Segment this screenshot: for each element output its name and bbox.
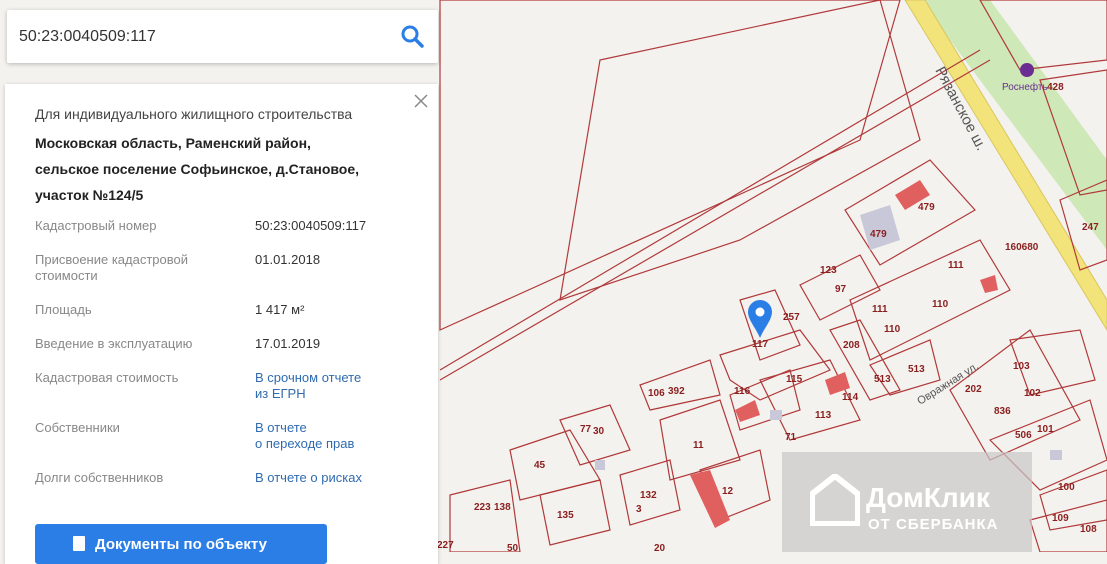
parcel-number: 111 [872, 304, 888, 315]
parcel-number: 106 [648, 388, 665, 399]
address-line: участок №124/5 [35, 187, 144, 203]
parcel-number: 3 [636, 504, 642, 515]
parcel-number: 115 [786, 374, 803, 385]
parcel-number: 202 [965, 384, 982, 395]
parcel-number: 100 [1058, 482, 1075, 493]
info-link[interactable]: В отчете о переходе прав [255, 420, 445, 452]
domclick-watermark: ДомКлик ОТ СБЕРБАНКА [782, 452, 1032, 552]
info-value-line[interactable]: В отчете о рисках [255, 470, 445, 486]
parcel-number: 102 [1024, 388, 1041, 399]
parcel-number: 247 [1082, 222, 1099, 233]
info-link[interactable]: В срочном отчете из ЕГРН [255, 370, 445, 402]
parcel-number: 227 [437, 540, 454, 551]
info-value: 17.01.2019 [255, 336, 445, 352]
info-value-line: 1 417 м² [255, 302, 305, 317]
parcel-number: 97 [835, 284, 847, 295]
parcel-number: 138 [494, 502, 511, 513]
search-bar [7, 10, 438, 63]
info-key: Собственники [35, 420, 225, 436]
parcel-number: 132 [640, 490, 657, 501]
parcel-number: 506 [1015, 430, 1032, 441]
parcel-number: 513 [908, 364, 925, 375]
address-line: сельское поселение Софьинское, д.Станово… [35, 161, 360, 177]
documents-button-label: Документы по объекту [95, 536, 267, 553]
info-key-line: Площадь [35, 302, 92, 317]
parcel-number: 479 [870, 229, 887, 240]
parcel-number: 30 [593, 426, 605, 437]
parcel-number: 135 [557, 510, 574, 521]
parcel-number: 428 [1047, 82, 1064, 93]
search-icon[interactable] [398, 22, 428, 52]
watermark-subtitle: ОТ СБЕРБАНКА [868, 516, 999, 533]
info-value-line: 50:23:0040509:117 [255, 218, 367, 233]
watermark-title: ДомКлик [866, 482, 990, 513]
parcel-number: 513 [874, 374, 891, 385]
parcel-number: 123 [820, 265, 837, 276]
parcel-number: 101 [1037, 424, 1054, 435]
info-key: Площадь [35, 302, 225, 318]
info-key-line: стоимости [35, 268, 98, 283]
info-key-line: Долги собственников [35, 470, 164, 485]
rosneft-icon[interactable] [1020, 63, 1034, 77]
parcel-number: 116 [734, 386, 751, 397]
info-link[interactable]: В отчете о рисках [255, 470, 445, 486]
parcel-number: 50 [507, 543, 519, 552]
info-key: Долги собственников [35, 470, 225, 486]
parcel-number: 110 [932, 299, 949, 310]
document-icon [73, 536, 85, 551]
parcel-number: 109 [1052, 513, 1069, 524]
parcel-number: 479 [918, 202, 935, 213]
info-value-line: 17.01.2019 [255, 336, 321, 351]
parcel-number: 117 [752, 339, 769, 350]
parcel-address: Московская область, Раменский район, сел… [35, 130, 415, 208]
parcel-number: 392 [668, 386, 685, 397]
info-value-line: 01.01.2018 [255, 252, 321, 267]
info-value-line[interactable]: В отчете [255, 420, 445, 436]
parcel-number: 223 [474, 502, 491, 513]
search-input[interactable] [17, 22, 381, 52]
parcel-number: 108 [1080, 524, 1097, 535]
info-key: Введение в эксплуатацию [35, 336, 225, 352]
parcel-number: 71 [785, 432, 797, 443]
domclick-logo-icon [810, 474, 860, 526]
info-value-line[interactable]: из ЕГРН [255, 386, 445, 402]
parcel-number: 12 [722, 486, 734, 497]
info-value: 1 417 м² [255, 302, 445, 318]
parcel-number: 836 [994, 406, 1011, 417]
parcel-number: 103 [1013, 361, 1030, 372]
info-key: Кадастровая стоимость [35, 370, 225, 386]
info-value-line[interactable]: о переходе прав [255, 436, 445, 452]
address-line: Московская область, Раменский район, [35, 135, 311, 151]
parcel-info-panel: Для индивидуального жилищного строительс… [5, 84, 438, 564]
parcel-number: 208 [843, 340, 860, 351]
parcel-number: 20 [654, 543, 666, 552]
parcel-number: 113 [815, 410, 832, 421]
info-key-line: Собственники [35, 420, 120, 435]
parcel-number: 77 [580, 424, 592, 435]
poi-label: Роснефть [1002, 81, 1048, 93]
info-key-line: Присвоение кадастровой [35, 252, 189, 267]
close-icon[interactable] [412, 92, 430, 110]
parcel-number: 11 [693, 440, 704, 451]
info-key-line: Кадастровая стоимость [35, 370, 179, 385]
parcel-number: 111 [948, 260, 964, 271]
info-value: 01.01.2018 [255, 252, 445, 268]
info-value: 50:23:0040509:117 [255, 218, 445, 234]
parcel-purpose: Для индивидуального жилищного строительс… [35, 106, 353, 122]
info-key: Присвоение кадастровой стоимости [35, 252, 225, 284]
parcel-number: 110 [884, 324, 901, 335]
parcel-number: 114 [842, 392, 859, 403]
info-key-line: Кадастровый номер [35, 218, 157, 233]
parcel-number: 45 [534, 460, 546, 471]
parcel-number: 160680 [1005, 242, 1039, 253]
documents-button[interactable]: Документы по объекту [35, 524, 327, 564]
parcel-number: 257 [783, 312, 800, 323]
info-value-line[interactable]: В срочном отчете [255, 370, 445, 386]
info-key-line: Введение в эксплуатацию [35, 336, 193, 351]
info-key: Кадастровый номер [35, 218, 225, 234]
